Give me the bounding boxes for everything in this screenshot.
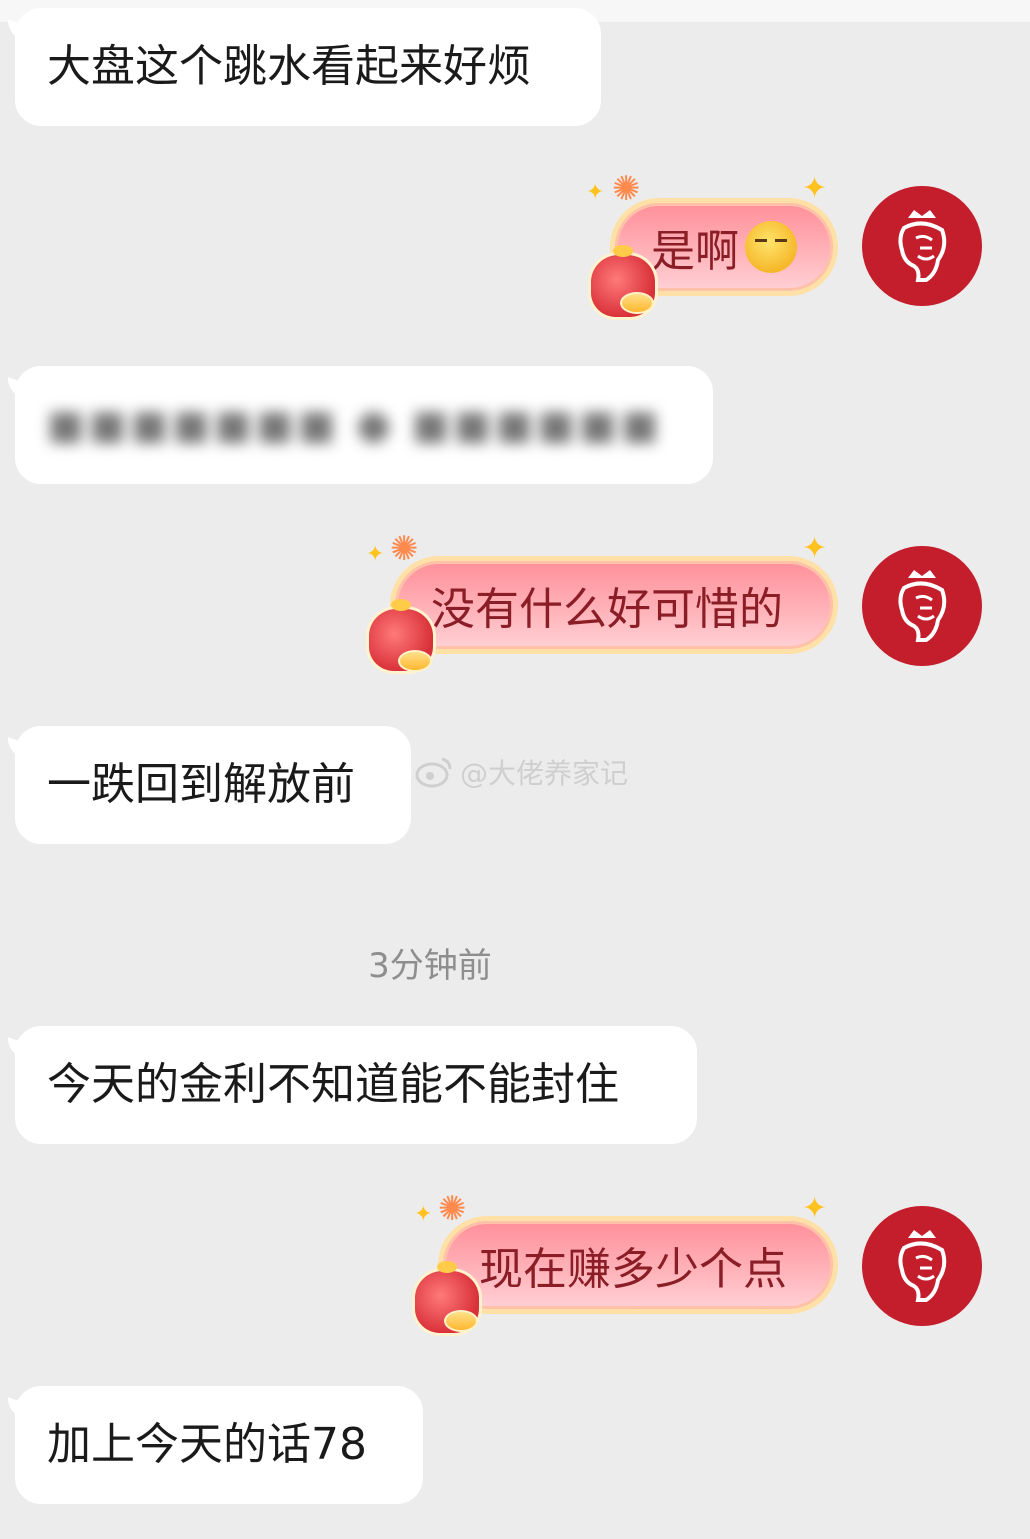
sparkle-icon: ✦ [802, 171, 828, 206]
incoming-message-bubble[interactable]: 一跌回到解放前 [15, 726, 411, 844]
outgoing-message-bubble[interactable]: 现在赚多少个点 [438, 1216, 838, 1314]
lion-crest-icon [898, 570, 947, 642]
lion-crest-icon [898, 1230, 947, 1302]
message-text: 加上今天的话78 [47, 1419, 367, 1470]
gold-ingot-decoration-icon [620, 292, 654, 314]
sparkle-icon: ✦ [414, 1202, 433, 1227]
message-text: 没有什么好可惜的 [431, 584, 783, 635]
message-text: 一跌回到解放前 [47, 759, 355, 810]
gold-ingot-decoration-icon [398, 650, 432, 672]
message-text: 是啊 [651, 226, 739, 277]
avatar[interactable] [862, 186, 982, 306]
firework-decoration-icon: ✺ [390, 529, 419, 569]
incoming-message-bubble[interactable]: 大盘这个跳水看起来好烦 [15, 8, 601, 126]
incoming-message-bubble[interactable]: 加上今天的话78 [15, 1386, 423, 1504]
gold-ingot-decoration-icon [444, 1310, 478, 1332]
blurred-message-text: ■■■■■■■ ● ■■■■■■ [47, 402, 663, 448]
watermark: @大佬养家记 [414, 752, 628, 792]
avatar[interactable] [862, 1206, 982, 1326]
message-text: 大盘这个跳水看起来好烦 [47, 41, 531, 92]
sparkle-icon: ✦ [586, 180, 605, 205]
message-timestamp: 3分钟前 [368, 946, 492, 986]
firework-decoration-icon: ✺ [438, 1189, 467, 1229]
sparkle-icon: ✦ [366, 542, 385, 567]
incoming-message-bubble[interactable]: ■■■■■■■ ● ■■■■■■ [15, 366, 713, 484]
weibo-icon [415, 757, 452, 788]
outgoing-message-bubble[interactable]: 没有什么好可惜的 [390, 556, 838, 654]
thinking-face-emoji-icon [745, 221, 797, 273]
message-text: 今天的金利不知道能不能封住 [47, 1059, 619, 1110]
avatar[interactable] [862, 546, 982, 666]
incoming-message-bubble[interactable]: 今天的金利不知道能不能封住 [15, 1026, 697, 1144]
lion-crest-icon [898, 210, 947, 282]
firework-decoration-icon: ✺ [612, 169, 641, 209]
watermark-text: @大佬养家记 [460, 757, 629, 790]
message-text: 现在赚多少个点 [479, 1244, 787, 1295]
